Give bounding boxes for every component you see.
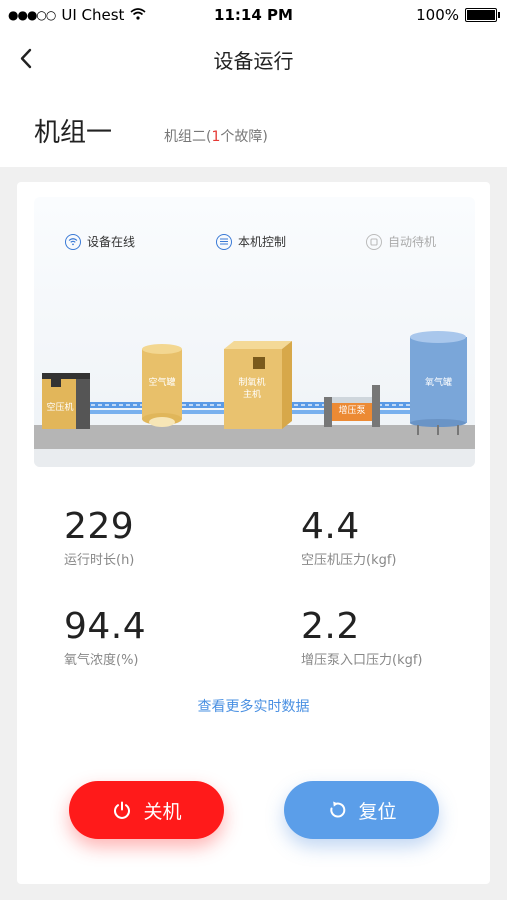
tab-unit-2-suffix: 个故障) <box>220 129 268 145</box>
equipment-diagram: 设备在线 本机控制 自动待机 空压机 空气罐 制氧机 主机 增压泵 氧气罐 <box>34 197 475 467</box>
metric-value: 4.4 <box>301 506 360 547</box>
metric-value: 94.4 <box>64 606 147 647</box>
metric-compressor-pressure: 4.4 空压机压力(kgf) <box>301 506 397 568</box>
more-realtime-data-link[interactable]: 查看更多实时数据 <box>17 696 490 716</box>
status-bar: ●●●○○ UI Chest 11:14 PM 100% <box>0 0 507 30</box>
nav-bar: 设备运行 <box>0 30 507 90</box>
tab-unit-2-label: 机组二( <box>164 129 212 145</box>
metric-oxygen-concentration: 94.4 氧气浓度(%) <box>64 606 146 668</box>
refresh-icon <box>326 799 348 821</box>
metric-value: 229 <box>64 506 135 547</box>
metric-runtime: 229 运行时长(h) <box>64 506 134 568</box>
reset-button[interactable]: 复位 <box>284 781 439 839</box>
metric-label: 空压机压力(kgf) <box>301 553 397 568</box>
oxygen-tank-label: 氧气罐 <box>424 378 452 388</box>
device-card: 设备在线 本机控制 自动待机 空压机 空气罐 制氧机 主机 增压泵 氧气罐 22… <box>17 182 490 884</box>
battery-percent: 100% <box>416 6 459 24</box>
power-icon <box>111 799 133 821</box>
power-off-label: 关机 <box>143 800 182 823</box>
tab-unit-1[interactable]: 机组一 <box>34 112 112 149</box>
battery-icon <box>465 8 500 22</box>
power-off-button[interactable]: 关机 <box>69 781 224 839</box>
metric-label: 运行时长(h) <box>64 553 135 568</box>
compressor-label: 空压机 <box>46 403 74 413</box>
booster-label: 增压泵 <box>338 406 366 416</box>
metric-label: 增压泵入口压力(kgf) <box>301 653 423 668</box>
reset-label: 复位 <box>358 800 397 823</box>
oxygen-generator-label: 制氧机 主机 <box>226 377 278 401</box>
oxygen-generator-label-line2: 主机 <box>242 390 261 400</box>
metric-label: 氧气浓度(%) <box>64 653 139 668</box>
air-tank-label: 空气罐 <box>148 378 176 388</box>
metric-value: 2.2 <box>301 606 360 647</box>
equipment-illustration <box>34 331 475 467</box>
page-title: 设备运行 <box>213 49 294 73</box>
tab-unit-2[interactable]: 机组二(1个故障) <box>164 126 268 146</box>
oxygen-generator-label-line1: 制氧机 <box>238 378 266 388</box>
metric-booster-inlet-pressure: 2.2 增压泵入口压力(kgf) <box>301 606 423 668</box>
unit-tabs: 机组一 机组二(1个故障) <box>0 90 507 167</box>
